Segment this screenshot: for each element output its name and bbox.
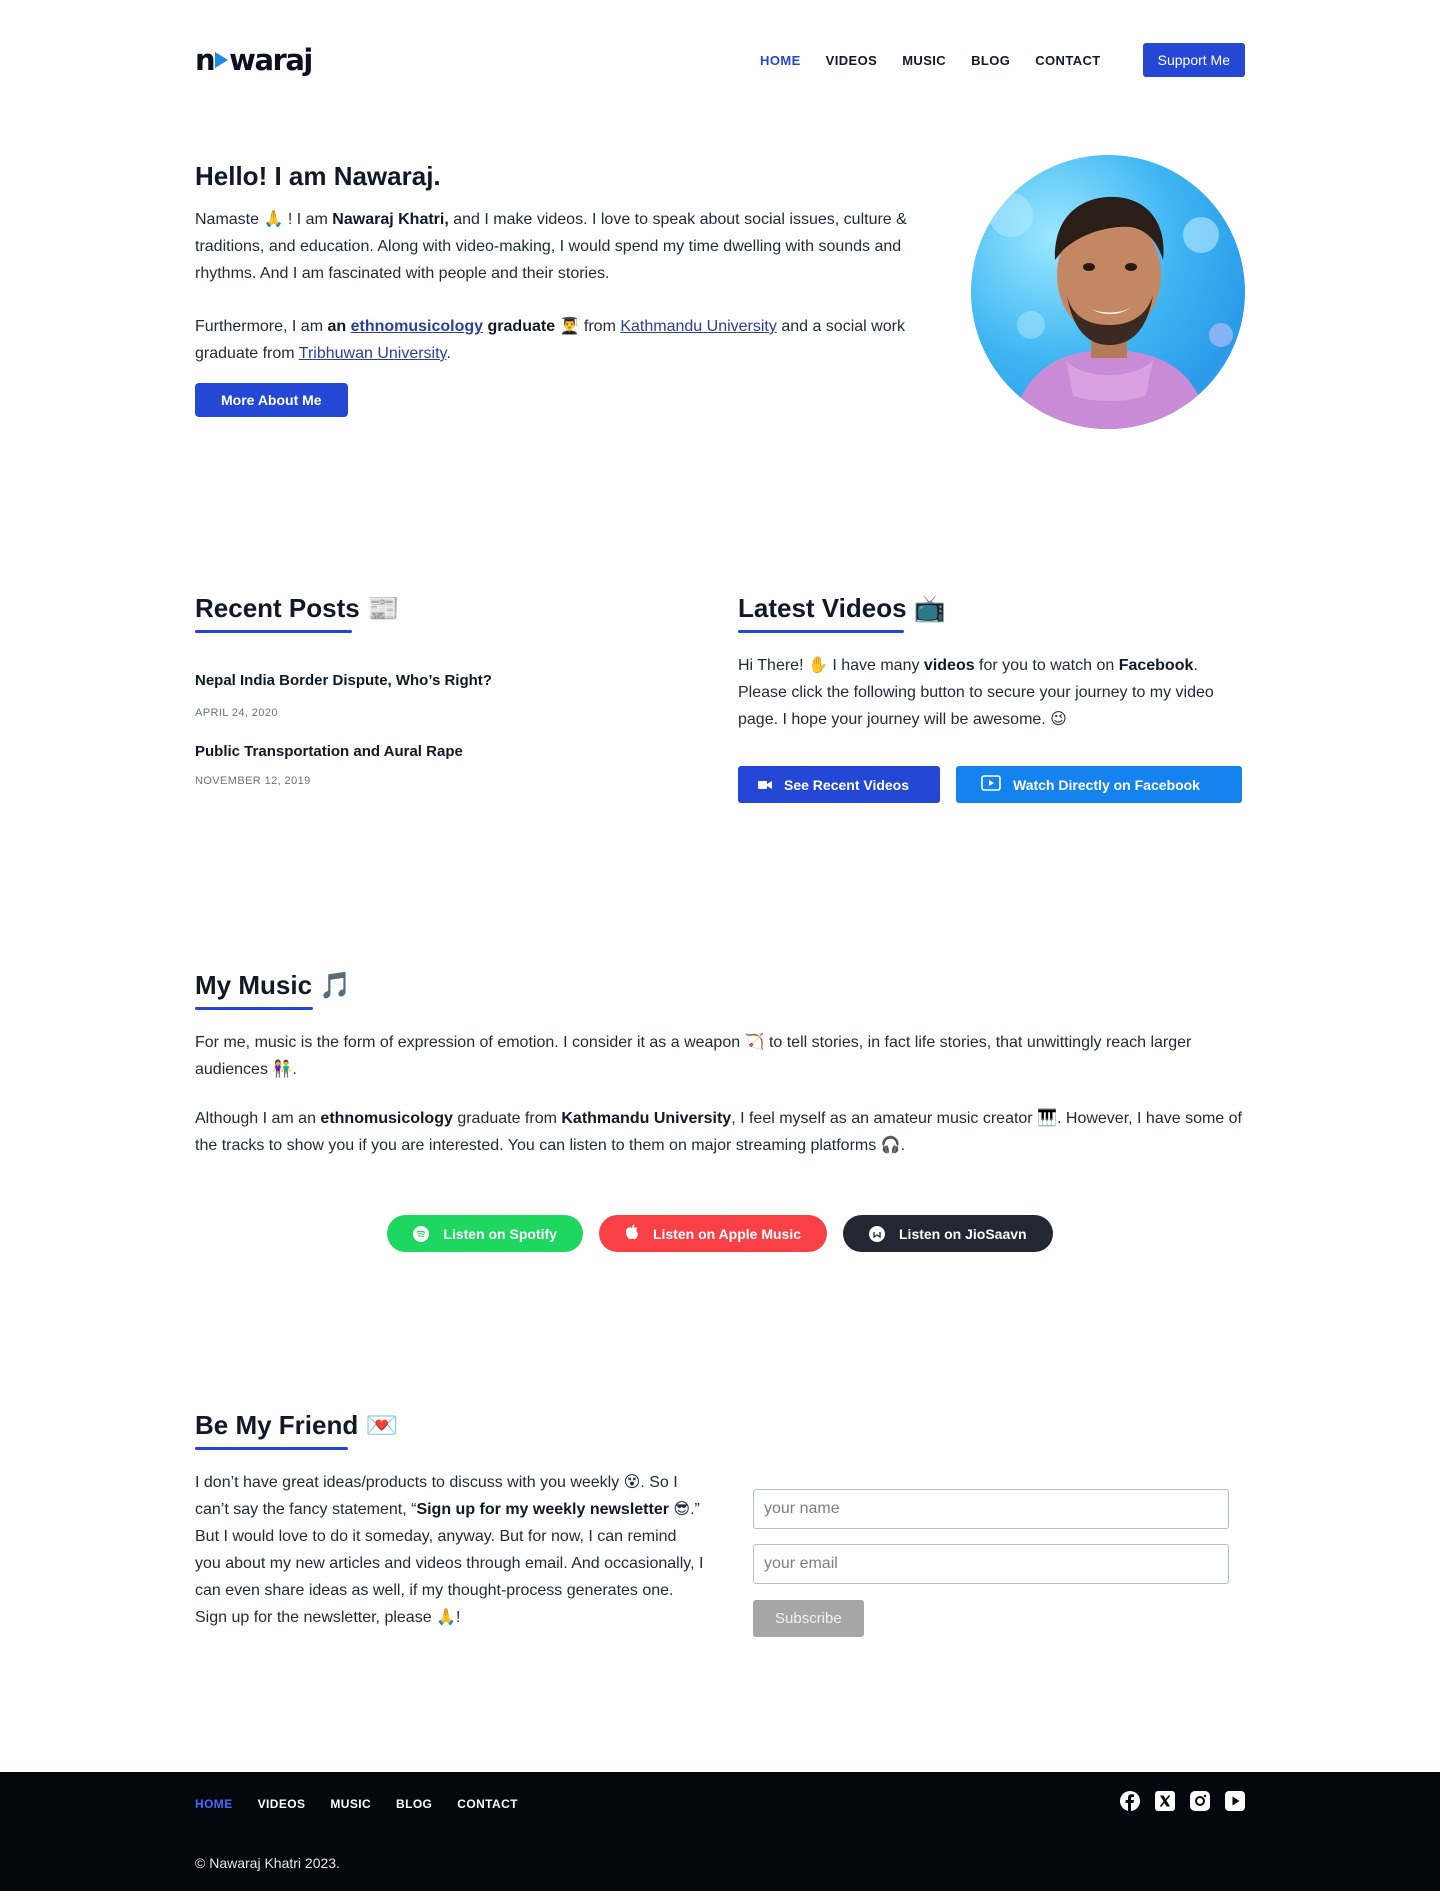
spotify-icon	[413, 1225, 430, 1242]
name-input[interactable]	[753, 1489, 1229, 1529]
see-recent-videos-button[interactable]: See Recent Videos	[738, 766, 940, 803]
play-icon	[215, 52, 229, 68]
instagram-icon[interactable]	[1189, 1790, 1210, 1811]
support-me-button[interactable]: Support Me	[1142, 43, 1245, 77]
youtube-icon[interactable]	[1224, 1790, 1245, 1811]
recent-posts-section: Recent Posts 📰 Nepal India Border Disput…	[195, 593, 695, 787]
kathmandu-university-link[interactable]: Kathmandu University	[620, 318, 777, 335]
jiosaavn-icon	[869, 1225, 885, 1242]
hero-intro: Namaste 🙏 ! I am Nawaraj Khatri, and I m…	[195, 211, 907, 282]
post-date: APRIL 24, 2020	[195, 707, 278, 719]
profile-photo	[971, 155, 1245, 429]
listen-on-apple-music-button[interactable]: Listen on Apple Music	[598, 1215, 827, 1252]
footer-nav-contact[interactable]: CONTACT	[457, 1797, 518, 1811]
ethnomusicology-link[interactable]: ethnomusicology	[351, 318, 483, 335]
music-section: My Music 🎵 For me, music is the form of …	[195, 970, 1245, 1252]
newsletter-section: Be My Friend 💌 I don’t have great ideas/…	[195, 1410, 1245, 1637]
portrait-illustration	[989, 193, 1233, 429]
site-logo[interactable]: n waraj	[195, 43, 313, 77]
newsletter-text: I don’t have great ideas/products to dis…	[195, 1474, 704, 1626]
post-date: NOVEMBER 12, 2019	[195, 775, 311, 787]
footer-nav: HOME VIDEOS MUSIC BLOG CONTACT	[195, 1797, 518, 1811]
nav-blog[interactable]: BLOG	[971, 53, 1010, 68]
tribhuwan-university-link[interactable]: Tribhuwan University	[299, 345, 447, 362]
listen-on-spotify-button[interactable]: Listen on Spotify	[387, 1215, 583, 1252]
nav-home[interactable]: HOME	[760, 53, 801, 68]
social-links	[1119, 1790, 1245, 1811]
main-nav: HOME VIDEOS MUSIC BLOG CONTACT Support M…	[760, 43, 1245, 77]
copyright: © Nawaraj Khatri 2023.	[195, 1855, 340, 1871]
post-link[interactable]: Nepal India Border Dispute, Who’s Right?	[195, 672, 695, 689]
footer-nav-blog[interactable]: BLOG	[396, 1797, 432, 1811]
listen-on-jiosaavn-button[interactable]: Listen on JioSaavn	[843, 1215, 1053, 1252]
hero-education: Furthermore, I am an ethnomusicology gra…	[195, 318, 905, 362]
newsletter-form: Subscribe	[753, 1489, 1229, 1637]
hero-section: Hello! I am Nawaraj. Namaste 🙏 ! I am Na…	[195, 155, 1245, 445]
footer-nav-videos[interactable]: VIDEOS	[258, 1797, 306, 1811]
latest-videos-title: Latest Videos 📺	[738, 593, 947, 633]
music-paragraph-2: Although I am an ethnomusicology graduat…	[195, 1110, 1242, 1154]
music-paragraph-1: For me, music is the form of expression …	[195, 1034, 1192, 1078]
nav-videos[interactable]: VIDEOS	[826, 53, 878, 68]
nav-music[interactable]: MUSIC	[902, 53, 946, 68]
video-buttons: See Recent Videos Watch Directly on Face…	[738, 766, 1248, 803]
hero-text: Hello! I am Nawaraj. Namaste 🙏 ! I am Na…	[195, 161, 935, 417]
x-icon[interactable]	[1154, 1790, 1175, 1811]
more-about-me-button[interactable]: More About Me	[195, 383, 348, 417]
post-link[interactable]: Public Transportation and Aural Rape	[195, 743, 695, 760]
recent-posts-title: Recent Posts 📰	[195, 593, 400, 633]
subscribe-button[interactable]: Subscribe	[753, 1600, 864, 1637]
footer-nav-home[interactable]: HOME	[195, 1797, 233, 1811]
be-my-friend-title: Be My Friend 💌	[195, 1410, 398, 1450]
footer-nav-music[interactable]: MUSIC	[330, 1797, 371, 1811]
music-title: My Music 🎵	[195, 970, 352, 1010]
apple-icon	[625, 1224, 639, 1243]
site-header: n waraj HOME VIDEOS MUSIC BLOG CONTACT Su…	[195, 0, 1245, 120]
play-icon	[981, 775, 1001, 794]
email-input[interactable]	[753, 1544, 1229, 1584]
latest-videos-section: Latest Videos 📺 Hi There! ✋ I have many …	[738, 593, 1248, 803]
nav-contact[interactable]: CONTACT	[1035, 53, 1100, 68]
video-camera-icon	[758, 777, 772, 793]
watch-on-facebook-button[interactable]: Watch Directly on Facebook	[956, 766, 1242, 803]
facebook-icon[interactable]	[1119, 1790, 1140, 1811]
streaming-buttons: Listen on Spotify Listen on Apple Music …	[195, 1215, 1245, 1252]
site-footer: HOME VIDEOS MUSIC BLOG CONTACT © Nawaraj…	[0, 1772, 1440, 1891]
videos-intro: Hi There! ✋ I have many videos for you t…	[738, 657, 1214, 728]
hero-title: Hello! I am Nawaraj.	[195, 161, 441, 191]
